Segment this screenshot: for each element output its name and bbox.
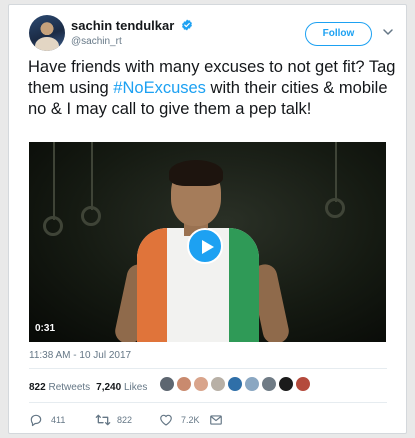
likes-label: Likes [123,382,148,393]
user-name-row[interactable]: sachin tendulkar [71,18,193,33]
retweet-icon [95,414,111,426]
gym-rope [335,142,337,202]
action-bar: 411 822 7.2K [29,412,389,428]
likes-count: 7,240 [96,382,122,393]
play-icon [202,240,214,254]
shirt-sleeve-orange [137,228,167,342]
liker-avatar[interactable] [227,376,243,392]
retweet-count: 822 [117,415,133,425]
user-handle[interactable]: @sachin_rt [71,36,122,47]
tweet-timestamp[interactable]: 11:38 AM - 10 Jul 2017 [29,350,131,361]
gym-rope [91,142,93,210]
avatar-shoulders [35,37,59,51]
gym-ring [43,216,63,236]
person-hair [169,160,223,186]
play-button[interactable] [187,228,223,264]
avatar[interactable] [29,15,65,51]
chevron-down-icon[interactable] [382,26,394,38]
heart-icon [160,414,172,426]
gym-rope [53,142,55,220]
retweets-stat[interactable]: 822 Retweets [29,382,90,393]
gym-ring [81,206,101,226]
liker-avatar[interactable] [244,376,260,392]
video-duration: 0:31 [35,323,56,334]
engagement-stats: 822 Retweets 7,240 Likes [29,382,147,393]
retweets-label: Retweets [48,382,91,393]
liker-avatar[interactable] [193,376,209,392]
tweet-text: Have friends with many excuses to not ge… [28,57,398,120]
verified-badge-icon [181,19,192,31]
liker-avatar[interactable] [295,376,311,392]
like-count: 7.2K [181,415,200,425]
reply-count: 411 [51,415,66,425]
gym-ring [325,198,345,218]
tweet-card: sachin tendulkar @sachin_rt Follow Have … [8,4,407,434]
divider [29,368,387,369]
video-player[interactable]: 0:31 [29,142,386,342]
follow-button[interactable]: Follow [305,22,372,46]
liker-avatar[interactable] [210,376,226,392]
reply-icon [30,414,42,427]
hashtag-link[interactable]: #NoExcuses [113,79,206,97]
liker-avatar[interactable] [176,376,192,392]
divider [29,402,387,403]
liker-avatar[interactable] [278,376,294,392]
shirt-sleeve-green [229,228,259,342]
envelope-icon [210,415,222,425]
likes-stat[interactable]: 7,240 Likes [96,382,147,393]
liker-avatar[interactable] [159,376,175,392]
liker-avatar[interactable] [261,376,277,392]
retweets-count: 822 [29,382,46,393]
user-name[interactable]: sachin tendulkar [71,18,174,33]
